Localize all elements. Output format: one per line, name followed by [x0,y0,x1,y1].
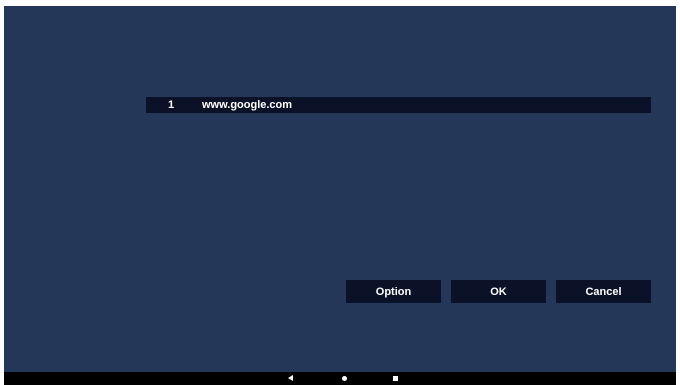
app-screen: 1 www.google.com Option OK Cancel [4,6,676,372]
ok-button[interactable]: OK [451,280,546,303]
list-item-url: www.google.com [202,99,293,111]
system-nav-bar [4,372,676,385]
cancel-button[interactable]: Cancel [556,280,651,303]
list-item-index: 1 [168,99,175,111]
option-button[interactable]: Option [346,280,441,303]
back-icon[interactable] [288,375,293,381]
home-icon[interactable] [342,376,347,381]
recents-icon[interactable] [393,376,398,381]
list-item[interactable]: 1 www.google.com [146,97,651,113]
url-list: 1 www.google.com [146,97,651,113]
